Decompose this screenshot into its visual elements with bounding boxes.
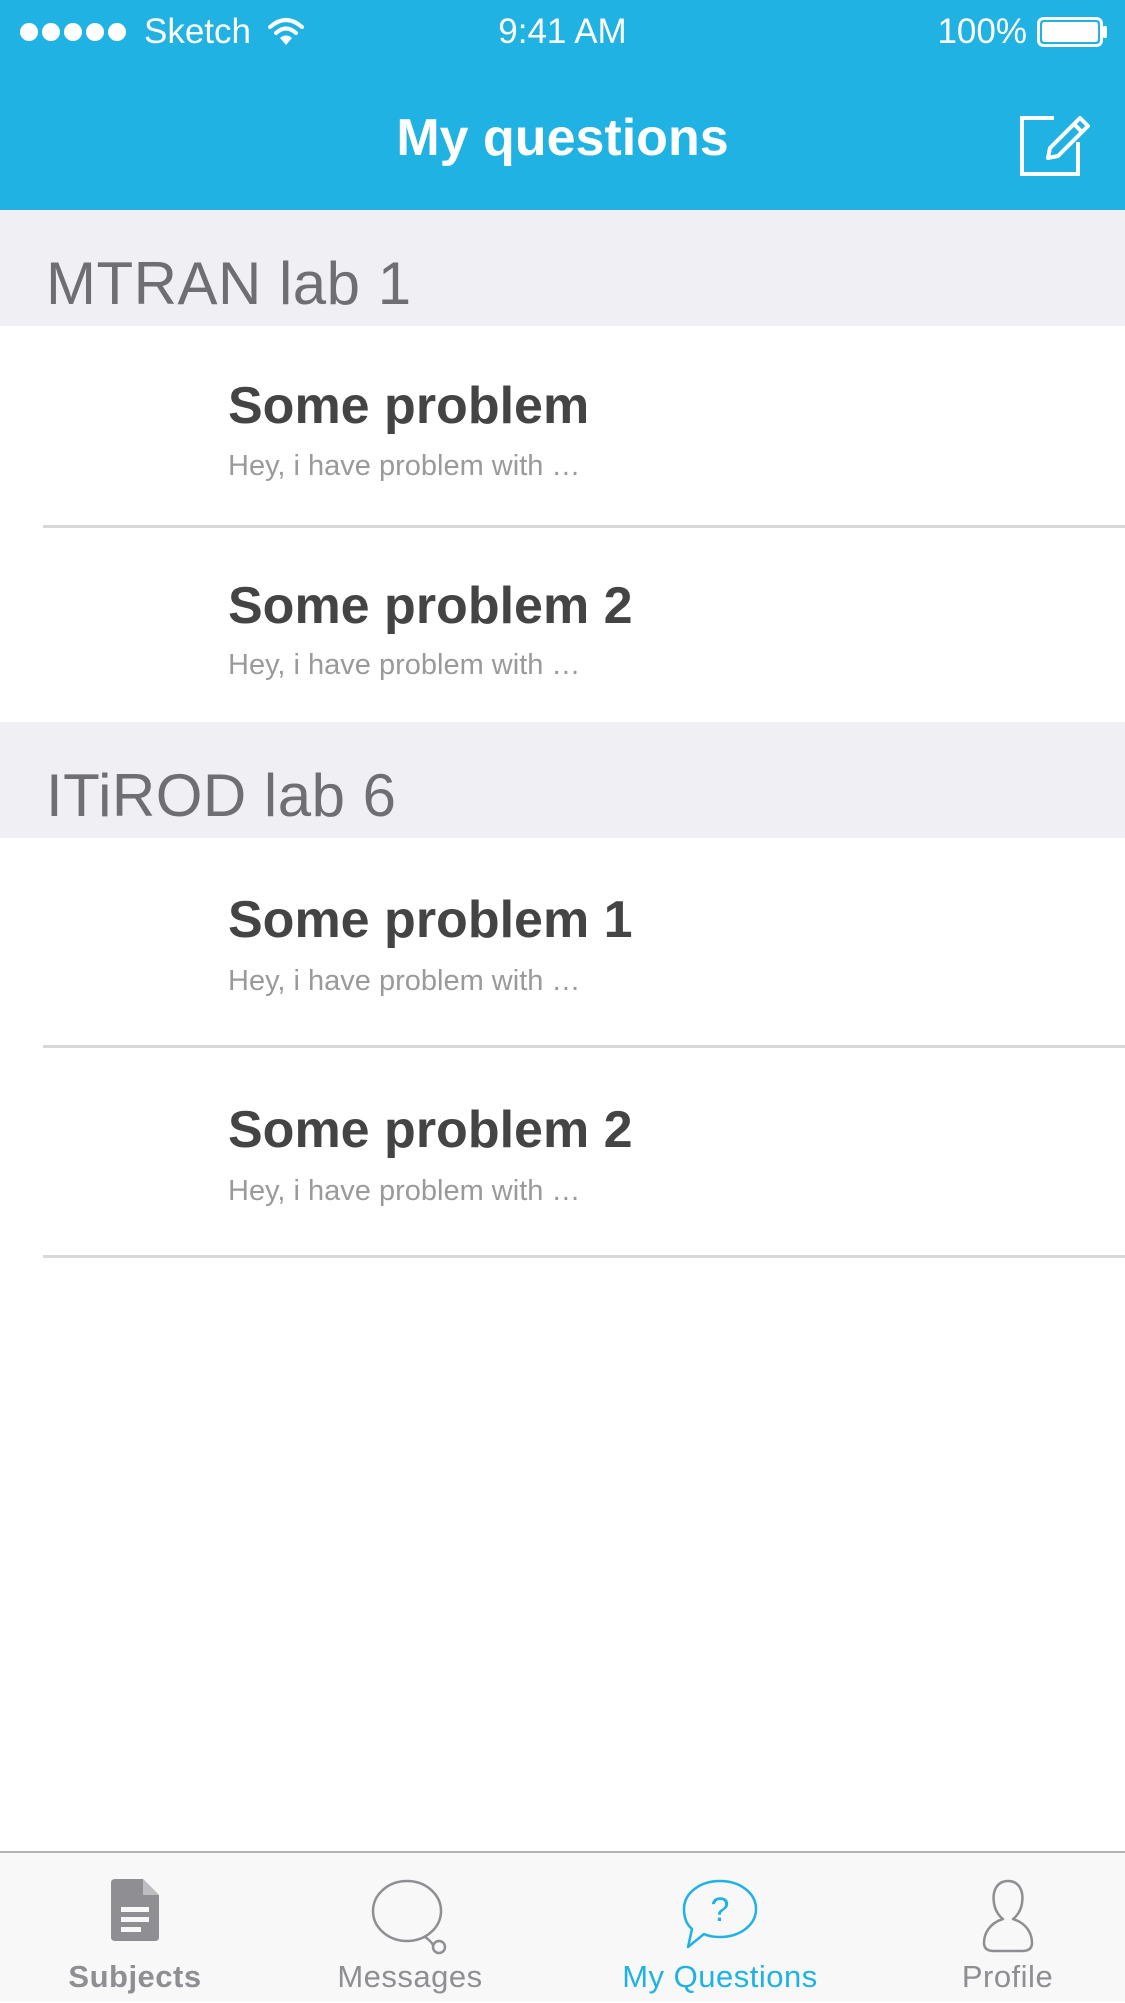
chat-bubble-icon (371, 1879, 447, 1955)
question-bubble-icon: ? (682, 1879, 758, 1949)
navigation-header: Sketch 9:41 AM 100% My questions (0, 0, 1125, 210)
person-icon (982, 1879, 1033, 1953)
question-preview: Hey, i have problem with … (228, 649, 581, 681)
section-title: ITiROD lab 6 (46, 762, 397, 829)
section-header: MTRAN lab 1 (0, 210, 1125, 326)
question-row[interactable]: Some problem 2 Hey, i have problem with … (0, 528, 1125, 722)
question-row[interactable]: Some problem 2 Hey, i have problem with … (0, 1048, 1125, 1258)
tab-bar: Subjects Messages ? My Questions Profile (0, 1851, 1125, 2001)
section-title: MTRAN lab 1 (46, 250, 412, 317)
tab-profile[interactable]: Profile (890, 1853, 1125, 2003)
tab-label: Messages (337, 1959, 483, 1994)
battery-percentage: 100% (937, 12, 1027, 51)
question-title: Some problem (228, 377, 590, 435)
row-divider (43, 1255, 1125, 1258)
tab-label: Subjects (68, 1959, 202, 1994)
question-preview: Hey, i have problem with … (228, 1175, 581, 1207)
question-title: Some problem 2 (228, 577, 633, 635)
document-icon (111, 1879, 159, 1941)
svg-text:?: ? (711, 1891, 730, 1929)
question-preview: Hey, i have problem with … (228, 450, 581, 482)
status-bar: Sketch 9:41 AM 100% (0, 0, 1125, 68)
compose-icon[interactable] (1014, 104, 1094, 184)
question-preview: Hey, i have problem with … (228, 965, 581, 997)
battery-icon (1037, 17, 1107, 47)
tab-label: My Questions (622, 1959, 818, 1994)
status-right: 100% (937, 12, 1109, 52)
section-header: ITiROD lab 6 (0, 722, 1125, 838)
question-title: Some problem 2 (228, 1101, 633, 1159)
tab-my-questions[interactable]: ? My Questions (550, 1853, 890, 2003)
tab-subjects[interactable]: Subjects (0, 1853, 270, 2003)
question-row[interactable]: Some problem Hey, i have problem with … (0, 326, 1125, 528)
page-title: My questions (396, 109, 729, 167)
tab-label: Profile (961, 1959, 1054, 1994)
tab-messages[interactable]: Messages (270, 1853, 550, 2003)
question-title: Some problem 1 (228, 891, 633, 949)
question-row[interactable]: Some problem 1 Hey, i have problem with … (0, 838, 1125, 1048)
